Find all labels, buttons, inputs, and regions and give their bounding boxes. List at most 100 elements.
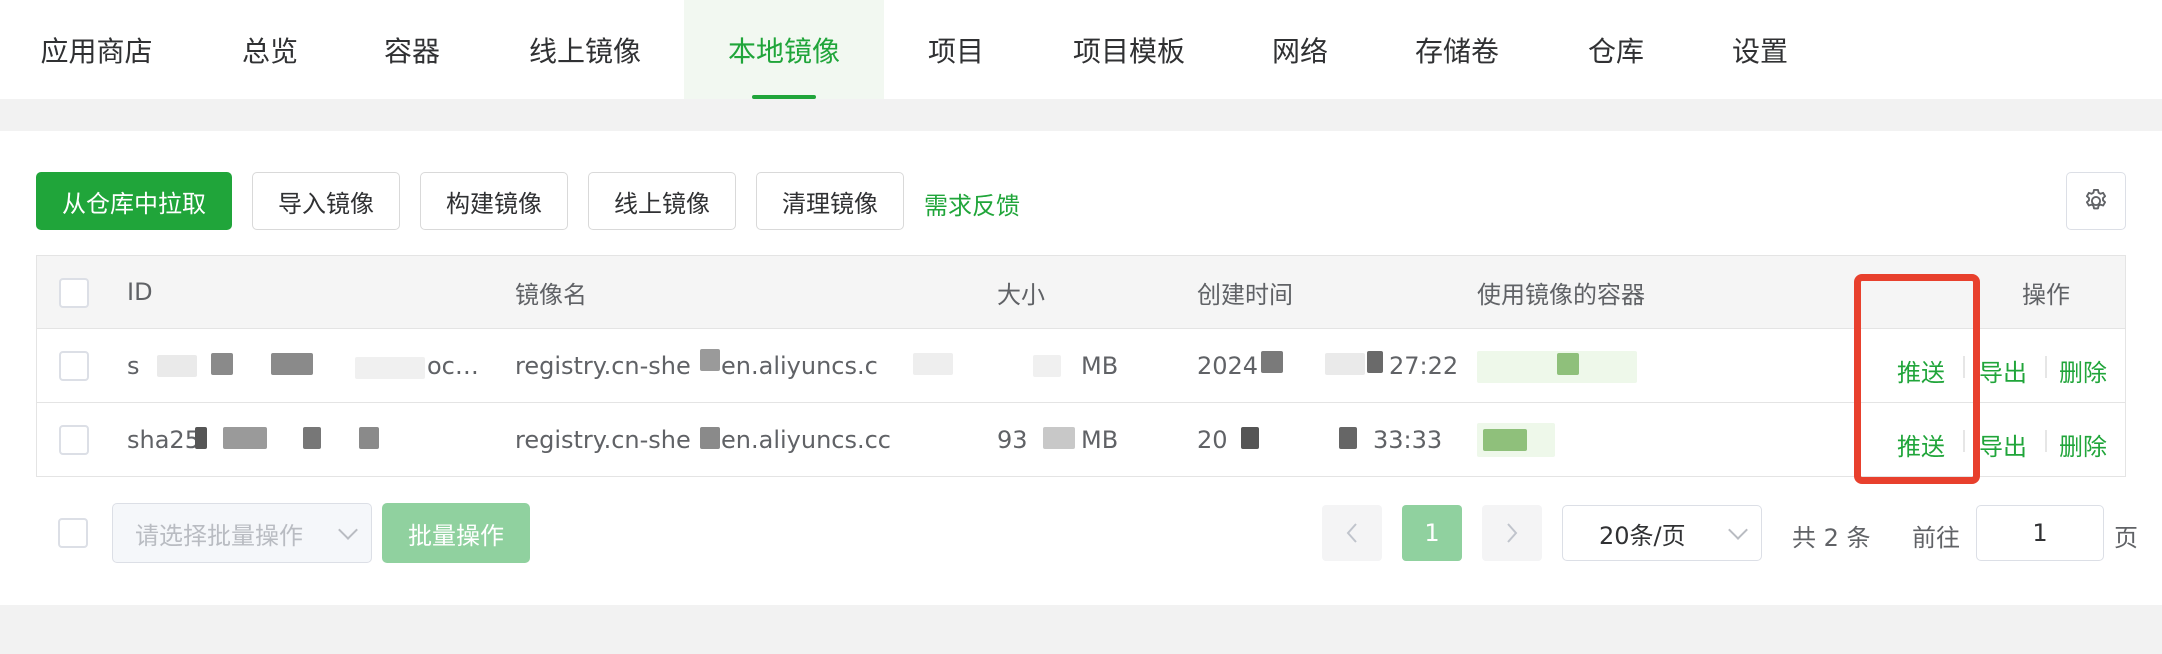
gear-icon xyxy=(2085,188,2107,210)
total-count: 共 2 条 xyxy=(1792,524,1871,552)
batch-select-placeholder: 请选择批量操作 xyxy=(135,521,303,550)
batch-operation-button[interactable]: 批量操作 xyxy=(382,503,530,563)
image-id-text: sha25 xyxy=(127,426,200,454)
image-size-unit: MB xyxy=(1081,351,1119,380)
image-name-tail: en.aliyuncs.c xyxy=(721,351,878,380)
table-settings-button[interactable] xyxy=(2066,172,2126,230)
image-id: s oc… xyxy=(127,329,507,402)
using-containers xyxy=(1477,403,1677,477)
redacted-block xyxy=(1325,353,1365,375)
tab-settings[interactable]: 设置 xyxy=(1700,0,1820,99)
column-header-name: 镜像名 xyxy=(515,280,587,309)
goto-label: 前往 xyxy=(1912,524,1960,552)
page-size-value: 20条/页 xyxy=(1599,521,1686,550)
prev-page-button[interactable] xyxy=(1322,505,1382,561)
tab-volumes[interactable]: 存储卷 xyxy=(1392,0,1522,99)
image-name-text: registry.cn-she xyxy=(515,351,691,380)
image-name: registry.cn-she en.aliyuncs.c xyxy=(515,329,985,402)
goto-page-input[interactable]: 1 xyxy=(1976,505,2104,561)
online-image-button[interactable]: 线上镜像 xyxy=(588,172,736,230)
redacted-block xyxy=(223,427,267,449)
created-time-tail: 27:22 xyxy=(1389,351,1457,380)
tab-online-images[interactable]: 线上镜像 xyxy=(500,0,670,99)
created-prefix: 20 xyxy=(1197,426,1228,454)
redacted-block xyxy=(913,353,953,375)
build-image-button[interactable]: 构建镜像 xyxy=(420,172,568,230)
next-page-button[interactable] xyxy=(1482,505,1542,561)
table-row: s oc… registry.cn-she en.aliyuncs.c MB 2… xyxy=(37,329,2125,403)
image-table: ID 镜像名 大小 创建时间 使用镜像的容器 操作 s oc… registry… xyxy=(36,255,2126,477)
redacted-block xyxy=(211,353,233,375)
top-tab-bar: 应用商店 总览 容器 线上镜像 本地镜像 项目 项目模板 网络 存储卷 仓库 设… xyxy=(0,0,2162,99)
tab-label: 设置 xyxy=(1731,34,1788,68)
export-action[interactable]: 导出 xyxy=(1979,427,2027,462)
batch-select-checkbox[interactable] xyxy=(58,518,88,548)
image-id-text: s xyxy=(127,351,140,380)
image-created: 2024 27:22 xyxy=(1197,329,1457,402)
redacted-block xyxy=(1339,427,1357,449)
page-number-button[interactable]: 1 xyxy=(1402,505,1462,561)
tab-label: 存储卷 xyxy=(1414,34,1499,68)
redacted-block xyxy=(1033,355,1061,377)
chevron-left-icon xyxy=(1346,523,1357,543)
tab-label: 本地镜像 xyxy=(727,34,840,68)
image-id: sha25 xyxy=(127,403,507,477)
page-suffix: 页 xyxy=(2114,524,2138,552)
table-row: sha25 registry.cn-she en.aliyuncs.cc 93 … xyxy=(37,403,2125,477)
section-divider xyxy=(0,99,2162,131)
column-header-created: 创建时间 xyxy=(1197,280,1293,309)
created-prefix: 2024 xyxy=(1197,351,1259,380)
tab-local-images[interactable]: 本地镜像 xyxy=(684,0,884,99)
table-header: ID 镜像名 大小 创建时间 使用镜像的容器 操作 xyxy=(37,256,2125,329)
row-checkbox[interactable] xyxy=(59,425,89,455)
select-all-checkbox[interactable] xyxy=(59,278,89,308)
column-header-actions: 操作 xyxy=(2022,280,2070,309)
highlight-box xyxy=(1854,274,1980,484)
batch-operation-select[interactable]: 请选择批量操作 xyxy=(112,503,372,563)
redacted-block xyxy=(700,349,720,371)
pull-from-registry-button[interactable]: 从仓库中拉取 xyxy=(36,172,232,230)
goto-page-value: 1 xyxy=(2032,519,2048,547)
action-separator xyxy=(2045,430,2047,452)
tab-app-store[interactable]: 应用商店 xyxy=(14,0,179,99)
redacted-block xyxy=(1261,351,1283,373)
image-name-tail: en.aliyuncs.cc xyxy=(721,426,891,454)
import-image-button[interactable]: 导入镜像 xyxy=(252,172,400,230)
redacted-block xyxy=(1241,427,1259,449)
redacted-block xyxy=(700,427,720,449)
column-header-size: 大小 xyxy=(997,280,1045,309)
redacted-block xyxy=(1043,427,1075,449)
tab-label: 线上镜像 xyxy=(528,34,641,68)
image-name-text: registry.cn-she xyxy=(515,426,691,454)
chevron-down-icon xyxy=(1728,520,1748,540)
bottom-band xyxy=(0,605,2162,654)
tab-registry[interactable]: 仓库 xyxy=(1556,0,1676,99)
delete-action[interactable]: 删除 xyxy=(2059,353,2107,388)
row-checkbox[interactable] xyxy=(59,351,89,381)
tab-label: 总览 xyxy=(241,34,298,68)
redacted-block xyxy=(355,357,425,379)
tab-project-templates[interactable]: 项目模板 xyxy=(1045,0,1213,99)
feedback-link[interactable]: 需求反馈 xyxy=(924,186,1020,221)
tab-label: 容器 xyxy=(383,34,440,68)
tab-network[interactable]: 网络 xyxy=(1240,0,1360,99)
created-time-tail: 33:33 xyxy=(1373,426,1443,454)
tab-containers[interactable]: 容器 xyxy=(352,0,472,99)
tab-projects[interactable]: 项目 xyxy=(896,0,1016,99)
image-created: 20 33:33 xyxy=(1197,403,1457,477)
clean-image-button[interactable]: 清理镜像 xyxy=(756,172,904,230)
delete-action[interactable]: 删除 xyxy=(2059,427,2107,462)
using-containers xyxy=(1477,329,1677,402)
tab-overview[interactable]: 总览 xyxy=(210,0,330,99)
column-header-id: ID xyxy=(127,278,153,306)
redacted-block xyxy=(1483,429,1527,451)
column-header-containers: 使用镜像的容器 xyxy=(1477,280,1645,309)
export-action[interactable]: 导出 xyxy=(1979,353,2027,388)
redacted-block xyxy=(359,427,379,449)
redacted-block xyxy=(303,427,321,449)
image-size-value: 93 xyxy=(997,426,1028,454)
tab-label: 项目 xyxy=(927,34,984,68)
tab-label: 项目模板 xyxy=(1072,34,1185,68)
page-size-select[interactable]: 20条/页 xyxy=(1562,505,1762,561)
redacted-block xyxy=(271,353,313,375)
